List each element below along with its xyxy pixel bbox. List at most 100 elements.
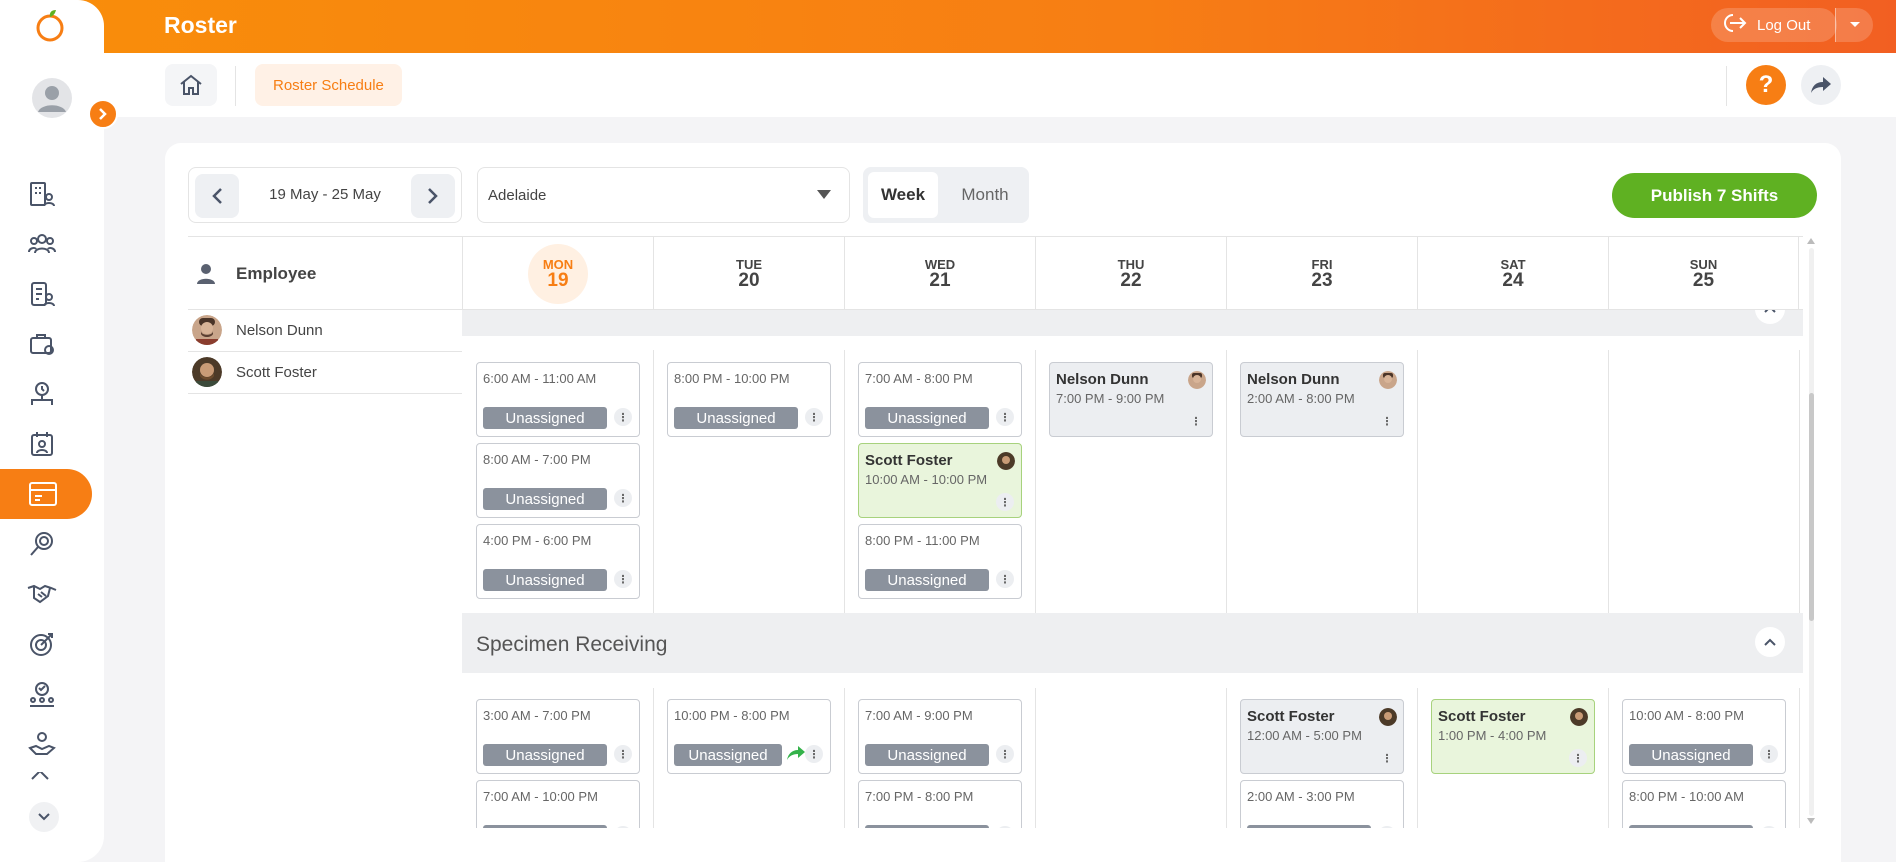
shift-card[interactable]: 2:00 AM - 3:00 PM Unassigned ⋮ — [1240, 780, 1404, 828]
logout-button[interactable]: Log Out — [1711, 8, 1837, 42]
more-options-icon[interactable]: ⋮ — [1378, 749, 1396, 767]
assigned-shift-card[interactable]: Scott Foster 10:00 AM - 10:00 PM ⋮ — [858, 443, 1022, 518]
day-number: 24 — [1502, 270, 1524, 291]
shift-time: 10:00 PM - 8:00 PM — [674, 708, 790, 723]
assigned-shift-card[interactable]: Scott Foster 1:00 PM - 4:00 PM ⋮ — [1431, 699, 1595, 774]
day-header-sat[interactable]: SAT 24 — [1417, 237, 1608, 309]
shift-card[interactable]: 4:00 PM - 6:00 PM Unassigned ⋮ — [476, 524, 640, 599]
share-button[interactable] — [1801, 65, 1841, 105]
day-number: 21 — [929, 270, 951, 291]
nav-search-target-icon[interactable] — [26, 528, 58, 560]
more-options-icon[interactable]: ⋮ — [614, 826, 632, 828]
nav-briefcase-gear-icon[interactable] — [26, 328, 58, 360]
next-week-button[interactable] — [411, 174, 455, 218]
shift-card[interactable]: 10:00 PM - 8:00 PM Unassigned ⋮ — [667, 699, 831, 774]
nav-team-icon[interactable] — [26, 228, 58, 260]
day-number: 25 — [1692, 270, 1715, 291]
assigned-shift-card[interactable]: Nelson Dunn 2:00 AM - 8:00 PM ⋮ — [1240, 362, 1404, 437]
shift-time: 10:00 AM - 10:00 PM — [865, 472, 988, 487]
more-options-icon[interactable]: ⋮ — [996, 826, 1014, 828]
more-options-icon[interactable]: ⋮ — [1569, 749, 1587, 767]
schedule-scrollbar[interactable] — [1805, 236, 1817, 828]
scroll-down-arrow-icon[interactable] — [1807, 818, 1815, 824]
view-month-button[interactable]: Month — [946, 172, 1024, 218]
scrollbar-thumb[interactable] — [1809, 393, 1814, 621]
shift-card[interactable]: 7:00 PM - 8:00 PM Unassigned ⋮ — [858, 780, 1022, 828]
shift-offer-arrow-icon[interactable] — [786, 745, 806, 766]
user-menu-dropdown[interactable] — [1835, 8, 1873, 42]
more-options-icon[interactable]: ⋮ — [1378, 412, 1396, 430]
nav-more-icon[interactable] — [26, 772, 58, 786]
shift-time: 1:00 PM - 4:00 PM — [1438, 728, 1547, 743]
section-collapse-button[interactable] — [1755, 627, 1785, 657]
assigned-shift-card[interactable]: Nelson Dunn 7:00 PM - 9:00 PM ⋮ — [1049, 362, 1213, 437]
assigned-shift-card[interactable]: Scott Foster 12:00 AM - 5:00 PM ⋮ — [1240, 699, 1404, 774]
nav-hand-care-icon[interactable] — [26, 728, 58, 760]
help-button[interactable]: ? — [1746, 65, 1786, 105]
more-options-icon[interactable]: ⋮ — [996, 570, 1014, 588]
shift-card[interactable]: 7:00 AM - 8:00 PM Unassigned ⋮ — [858, 362, 1022, 437]
day-header-mon[interactable]: MON 19 — [462, 237, 653, 309]
view-week-button[interactable]: Week — [868, 172, 938, 218]
nav-org-clock-icon[interactable] — [26, 378, 58, 410]
breadcrumb-roster-schedule[interactable]: Roster Schedule — [255, 64, 402, 106]
person-icon — [196, 263, 216, 290]
more-options-icon[interactable]: ⋮ — [1760, 745, 1778, 763]
shift-card[interactable]: 8:00 PM - 10:00 PM Unassigned ⋮ — [667, 362, 831, 437]
more-options-icon[interactable]: ⋮ — [614, 745, 632, 763]
sidebar-scroll-down-button[interactable] — [29, 802, 59, 832]
section-collapse-button[interactable] — [1755, 310, 1785, 324]
shift-card[interactable]: 7:00 AM - 9:00 PM Unassigned ⋮ — [858, 699, 1022, 774]
column-divider — [1417, 688, 1418, 828]
more-options-icon[interactable]: ⋮ — [1378, 826, 1396, 828]
more-options-icon[interactable]: ⋮ — [996, 493, 1014, 511]
more-options-icon[interactable]: ⋮ — [614, 489, 632, 507]
more-options-icon[interactable]: ⋮ — [996, 745, 1014, 763]
more-options-icon[interactable]: ⋮ — [1187, 412, 1205, 430]
location-value: Adelaide — [488, 187, 547, 204]
day-header-sun[interactable]: SUN 25 — [1608, 237, 1799, 309]
nav-handshake-icon[interactable] — [26, 578, 58, 610]
shift-card[interactable]: 7:00 AM - 10:00 PM Unassigned ⋮ — [476, 780, 640, 828]
location-select[interactable]: Adelaide — [477, 167, 850, 223]
sidebar — [0, 0, 104, 862]
day-header-tue[interactable]: TUE 20 — [653, 237, 844, 309]
day-header-wed[interactable]: WED 21 — [844, 237, 1035, 309]
more-options-icon[interactable]: ⋮ — [996, 408, 1014, 426]
more-options-icon[interactable]: ⋮ — [1760, 826, 1778, 828]
nav-goal-icon[interactable] — [26, 628, 58, 660]
day-header-thu[interactable]: THU 22 — [1035, 237, 1226, 309]
column-divider — [1608, 350, 1609, 614]
shift-time: 7:00 PM - 9:00 PM — [1056, 391, 1165, 406]
shift-card[interactable]: 10:00 AM - 8:00 PM Unassigned ⋮ — [1622, 699, 1786, 774]
employee-row[interactable]: Nelson Dunn — [188, 310, 462, 352]
employee-header-label: Employee — [236, 264, 317, 283]
shift-card[interactable]: 8:00 PM - 10:00 AM Unassigned ⋮ — [1622, 780, 1786, 828]
nav-building-user-icon[interactable] — [26, 178, 58, 210]
shift-card[interactable]: 6:00 AM - 11:00 AM Unassigned ⋮ — [476, 362, 640, 437]
header-divider — [235, 66, 236, 106]
nav-team-award-icon[interactable] — [26, 678, 58, 710]
orange-logo-icon[interactable] — [35, 8, 65, 42]
shift-card[interactable]: 8:00 PM - 11:00 PM Unassigned ⋮ — [858, 524, 1022, 599]
shift-time: 6:00 AM - 11:00 AM — [483, 371, 597, 386]
nav-calendar-user-icon[interactable] — [26, 428, 58, 460]
shift-card[interactable]: 8:00 AM - 7:00 PM Unassigned ⋮ — [476, 443, 640, 518]
scroll-up-arrow-icon[interactable] — [1807, 238, 1815, 244]
home-button[interactable] — [165, 64, 217, 106]
user-avatar[interactable] — [32, 78, 72, 118]
more-options-icon[interactable]: ⋮ — [614, 570, 632, 588]
day-number: 19 — [547, 270, 569, 291]
more-options-icon[interactable]: ⋮ — [614, 408, 632, 426]
shift-card[interactable]: 3:00 AM - 7:00 PM Unassigned ⋮ — [476, 699, 640, 774]
more-options-icon[interactable]: ⋮ — [805, 408, 823, 426]
unassigned-badge: Unassigned — [483, 407, 607, 429]
more-options-icon[interactable]: ⋮ — [805, 745, 823, 763]
day-header-fri[interactable]: FRI 23 — [1226, 237, 1417, 309]
sidebar-expand-button[interactable] — [88, 99, 118, 129]
nav-roster-icon[interactable] — [0, 469, 92, 519]
employee-row[interactable]: Scott Foster — [188, 352, 462, 394]
column-divider — [1417, 350, 1418, 614]
publish-shifts-button[interactable]: Publish 7 Shifts — [1612, 173, 1817, 218]
nav-document-user-icon[interactable] — [26, 278, 58, 310]
